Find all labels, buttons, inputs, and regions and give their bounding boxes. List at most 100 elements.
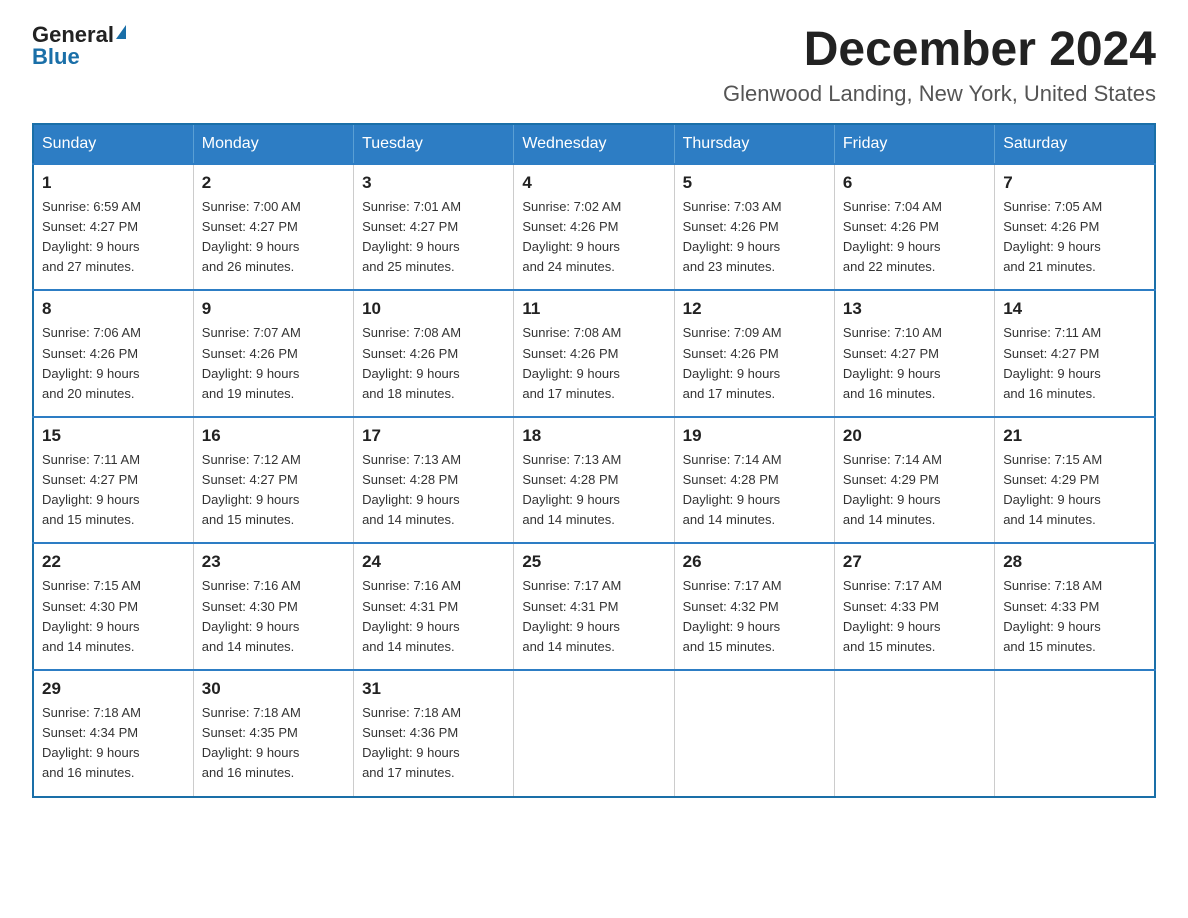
day-number: 22 bbox=[42, 552, 185, 572]
day-cell-26: 26Sunrise: 7:17 AMSunset: 4:32 PMDayligh… bbox=[674, 543, 834, 670]
day-number: 8 bbox=[42, 299, 185, 319]
logo-general-text: General bbox=[32, 24, 114, 46]
week-row-2: 8 Sunrise: 7:06 AMSunset: 4:26 PMDaylight… bbox=[33, 290, 1155, 417]
day-cell-19: 19Sunrise: 7:14 AMSunset: 4:28 PMDayligh… bbox=[674, 417, 834, 544]
day-info: Sunrise: 7:15 AMSunset: 4:29 PMDaylight:… bbox=[1003, 450, 1146, 531]
logo-blue-text: Blue bbox=[32, 46, 80, 68]
day-info: Sunrise: 7:04 AMSunset: 4:26 PMDaylight:… bbox=[843, 197, 986, 278]
day-number: 4 bbox=[522, 173, 665, 193]
day-number: 7 bbox=[1003, 173, 1146, 193]
day-cell-18: 18 Sunrise: 7:13 AMSunset: 4:28 PMDayligh… bbox=[514, 417, 674, 544]
day-number: 12 bbox=[683, 299, 826, 319]
col-header-friday: Friday bbox=[834, 124, 994, 164]
day-cell-21: 21 Sunrise: 7:15 AMSunset: 4:29 PMDayligh… bbox=[995, 417, 1155, 544]
day-info: Sunrise: 7:09 AMSunset: 4:26 PMDaylight:… bbox=[683, 323, 826, 404]
day-number: 2 bbox=[202, 173, 345, 193]
week-row-5: 29Sunrise: 7:18 AMSunset: 4:34 PMDayligh… bbox=[33, 670, 1155, 797]
day-info: Sunrise: 7:17 AMSunset: 4:32 PMDaylight:… bbox=[683, 576, 826, 657]
col-header-saturday: Saturday bbox=[995, 124, 1155, 164]
title-section: December 2024 Glenwood Landing, New York… bbox=[723, 24, 1156, 107]
day-info: Sunrise: 7:15 AMSunset: 4:30 PMDaylight:… bbox=[42, 576, 185, 657]
day-number: 13 bbox=[843, 299, 986, 319]
day-info: Sunrise: 7:13 AMSunset: 4:28 PMDaylight:… bbox=[522, 450, 665, 531]
day-cell-13: 13Sunrise: 7:10 AMSunset: 4:27 PMDayligh… bbox=[834, 290, 994, 417]
day-cell-14: 14 Sunrise: 7:11 AMSunset: 4:27 PMDayligh… bbox=[995, 290, 1155, 417]
day-info: Sunrise: 7:03 AMSunset: 4:26 PMDaylight:… bbox=[683, 197, 826, 278]
day-cell-28: 28Sunrise: 7:18 AMSunset: 4:33 PMDayligh… bbox=[995, 543, 1155, 670]
day-info: Sunrise: 7:12 AMSunset: 4:27 PMDaylight:… bbox=[202, 450, 345, 531]
day-number: 25 bbox=[522, 552, 665, 572]
empty-cell bbox=[514, 670, 674, 797]
day-number: 3 bbox=[362, 173, 505, 193]
day-info: Sunrise: 7:17 AMSunset: 4:33 PMDaylight:… bbox=[843, 576, 986, 657]
day-number: 5 bbox=[683, 173, 826, 193]
day-info: Sunrise: 7:05 AMSunset: 4:26 PMDaylight:… bbox=[1003, 197, 1146, 278]
calendar-table: SundayMondayTuesdayWednesdayThursdayFrid… bbox=[32, 123, 1156, 798]
day-number: 20 bbox=[843, 426, 986, 446]
day-number: 10 bbox=[362, 299, 505, 319]
day-info: Sunrise: 7:13 AMSunset: 4:28 PMDaylight:… bbox=[362, 450, 505, 531]
day-cell-15: 15Sunrise: 7:11 AMSunset: 4:27 PMDayligh… bbox=[33, 417, 193, 544]
day-info: Sunrise: 7:06 AMSunset: 4:26 PMDaylight:… bbox=[42, 323, 185, 404]
day-number: 14 bbox=[1003, 299, 1146, 319]
day-info: Sunrise: 7:18 AMSunset: 4:35 PMDaylight:… bbox=[202, 703, 345, 784]
day-info: Sunrise: 7:16 AMSunset: 4:30 PMDaylight:… bbox=[202, 576, 345, 657]
month-title: December 2024 bbox=[723, 24, 1156, 77]
day-cell-17: 17Sunrise: 7:13 AMSunset: 4:28 PMDayligh… bbox=[354, 417, 514, 544]
day-number: 24 bbox=[362, 552, 505, 572]
day-cell-10: 10Sunrise: 7:08 AMSunset: 4:26 PMDayligh… bbox=[354, 290, 514, 417]
location-title: Glenwood Landing, New York, United State… bbox=[723, 81, 1156, 107]
day-cell-24: 24 Sunrise: 7:16 AMSunset: 4:31 PMDayligh… bbox=[354, 543, 514, 670]
day-info: Sunrise: 6:59 AMSunset: 4:27 PMDaylight:… bbox=[42, 197, 185, 278]
day-cell-27: 27 Sunrise: 7:17 AMSunset: 4:33 PMDayligh… bbox=[834, 543, 994, 670]
day-cell-25: 25 Sunrise: 7:17 AMSunset: 4:31 PMDayligh… bbox=[514, 543, 674, 670]
empty-cell bbox=[834, 670, 994, 797]
day-number: 6 bbox=[843, 173, 986, 193]
col-header-wednesday: Wednesday bbox=[514, 124, 674, 164]
day-cell-3: 3Sunrise: 7:01 AMSunset: 4:27 PMDaylight… bbox=[354, 164, 514, 291]
day-info: Sunrise: 7:14 AMSunset: 4:29 PMDaylight:… bbox=[843, 450, 986, 531]
day-cell-20: 20 Sunrise: 7:14 AMSunset: 4:29 PMDayligh… bbox=[834, 417, 994, 544]
col-header-tuesday: Tuesday bbox=[354, 124, 514, 164]
day-number: 19 bbox=[683, 426, 826, 446]
day-number: 11 bbox=[522, 299, 665, 319]
day-cell-7: 7 Sunrise: 7:05 AMSunset: 4:26 PMDaylight… bbox=[995, 164, 1155, 291]
day-cell-5: 5 Sunrise: 7:03 AMSunset: 4:26 PMDaylight… bbox=[674, 164, 834, 291]
col-header-sunday: Sunday bbox=[33, 124, 193, 164]
calendar-header-row: SundayMondayTuesdayWednesdayThursdayFrid… bbox=[33, 124, 1155, 164]
day-info: Sunrise: 7:17 AMSunset: 4:31 PMDaylight:… bbox=[522, 576, 665, 657]
day-cell-12: 12 Sunrise: 7:09 AMSunset: 4:26 PMDayligh… bbox=[674, 290, 834, 417]
empty-cell bbox=[995, 670, 1155, 797]
day-info: Sunrise: 7:16 AMSunset: 4:31 PMDaylight:… bbox=[362, 576, 505, 657]
day-number: 18 bbox=[522, 426, 665, 446]
week-row-4: 22 Sunrise: 7:15 AMSunset: 4:30 PMDayligh… bbox=[33, 543, 1155, 670]
week-row-3: 15Sunrise: 7:11 AMSunset: 4:27 PMDayligh… bbox=[33, 417, 1155, 544]
day-number: 27 bbox=[843, 552, 986, 572]
day-info: Sunrise: 7:07 AMSunset: 4:26 PMDaylight:… bbox=[202, 323, 345, 404]
day-info: Sunrise: 7:18 AMSunset: 4:36 PMDaylight:… bbox=[362, 703, 505, 784]
week-row-1: 1 Sunrise: 6:59 AMSunset: 4:27 PMDaylight… bbox=[33, 164, 1155, 291]
day-info: Sunrise: 7:11 AMSunset: 4:27 PMDaylight:… bbox=[1003, 323, 1146, 404]
day-cell-31: 31 Sunrise: 7:18 AMSunset: 4:36 PMDayligh… bbox=[354, 670, 514, 797]
day-number: 30 bbox=[202, 679, 345, 699]
day-number: 23 bbox=[202, 552, 345, 572]
day-cell-4: 4 Sunrise: 7:02 AMSunset: 4:26 PMDaylight… bbox=[514, 164, 674, 291]
day-info: Sunrise: 7:00 AMSunset: 4:27 PMDaylight:… bbox=[202, 197, 345, 278]
logo-triangle-icon bbox=[116, 25, 126, 39]
day-number: 31 bbox=[362, 679, 505, 699]
day-cell-1: 1 Sunrise: 6:59 AMSunset: 4:27 PMDaylight… bbox=[33, 164, 193, 291]
day-number: 1 bbox=[42, 173, 185, 193]
day-info: Sunrise: 7:11 AMSunset: 4:27 PMDaylight:… bbox=[42, 450, 185, 531]
day-cell-9: 9Sunrise: 7:07 AMSunset: 4:26 PMDaylight… bbox=[193, 290, 353, 417]
day-info: Sunrise: 7:18 AMSunset: 4:33 PMDaylight:… bbox=[1003, 576, 1146, 657]
day-cell-11: 11 Sunrise: 7:08 AMSunset: 4:26 PMDayligh… bbox=[514, 290, 674, 417]
day-cell-2: 2 Sunrise: 7:00 AMSunset: 4:27 PMDaylight… bbox=[193, 164, 353, 291]
col-header-monday: Monday bbox=[193, 124, 353, 164]
logo: General Blue bbox=[32, 24, 126, 68]
day-number: 21 bbox=[1003, 426, 1146, 446]
day-cell-23: 23 Sunrise: 7:16 AMSunset: 4:30 PMDayligh… bbox=[193, 543, 353, 670]
day-number: 16 bbox=[202, 426, 345, 446]
day-info: Sunrise: 7:08 AMSunset: 4:26 PMDaylight:… bbox=[522, 323, 665, 404]
day-info: Sunrise: 7:02 AMSunset: 4:26 PMDaylight:… bbox=[522, 197, 665, 278]
page-header: General Blue December 2024 Glenwood Land… bbox=[32, 24, 1156, 107]
